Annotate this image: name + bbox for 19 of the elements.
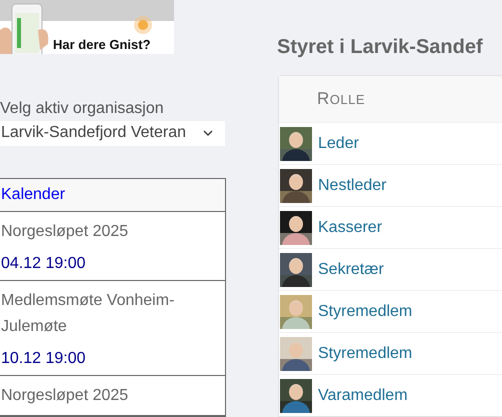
role-link[interactable]: Leder (318, 134, 359, 152)
organization-dropdown[interactable]: Larvik-Sandefjord Veteran (0, 120, 225, 146)
calendar-link[interactable]: Kalender (1, 186, 66, 204)
chevron-down-icon (203, 130, 213, 136)
banner-caption: Har dere Gnist? (53, 36, 151, 54)
event-time: 04.12 19:00 (1, 254, 87, 274)
role-link[interactable]: Styremedlem (318, 344, 412, 362)
page-heading: Styret i Larvik-Sandef (277, 36, 484, 59)
role-link[interactable]: Kasserer (318, 218, 382, 236)
role-link[interactable]: Nestleder (318, 176, 386, 194)
role-link[interactable]: Varamedlem (318, 386, 408, 404)
event-title: Norgesløpet 2025 (1, 386, 130, 406)
event-time: 10.12 19:00 (1, 349, 87, 369)
event-title: Norgesløpet 2025 (1, 222, 130, 242)
field-label: Velg aktiv organisasjon (0, 100, 165, 118)
role-link[interactable]: Sekretær (318, 260, 384, 278)
column-header: ROLLE (317, 89, 366, 109)
role-link[interactable]: Styremedlem (318, 302, 412, 320)
event-title: Medlemsmøte Vonheim-Julemøte (1, 291, 176, 337)
